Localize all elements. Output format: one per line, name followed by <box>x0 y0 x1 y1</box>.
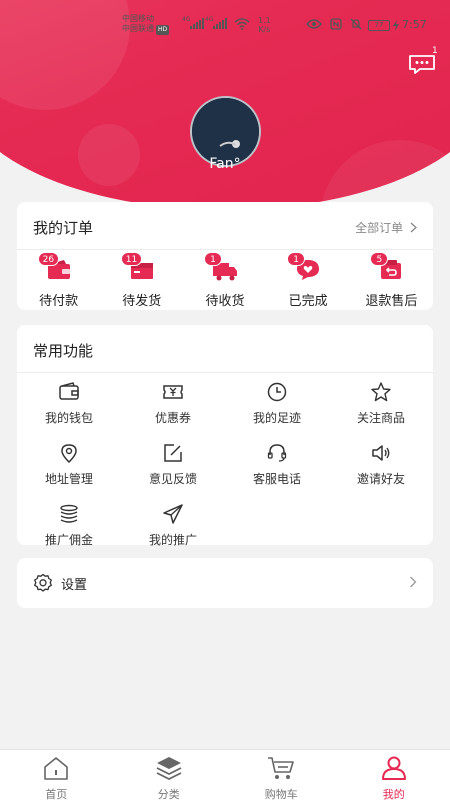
tool-customer-service[interactable]: 客服电话 <box>225 442 329 487</box>
nfc-icon <box>330 18 342 30</box>
wifi-icon <box>234 18 250 30</box>
cart-icon <box>268 757 295 779</box>
tool-my-promotion[interactable]: 我的推广 <box>121 503 225 548</box>
header-decoration <box>78 124 140 186</box>
tool-address[interactable]: 地址管理 <box>17 442 121 487</box>
signal-icon <box>213 18 227 29</box>
order-count-badge: 1 <box>203 252 222 266</box>
tool-footprint[interactable]: 我的足迹 <box>225 381 329 426</box>
tab-mine[interactable]: 我的 <box>338 750 450 800</box>
hd-badge: HD <box>156 25 170 35</box>
clock-time: 7:57 <box>402 18 427 31</box>
coupon-icon <box>163 385 183 399</box>
chevron-right-icon <box>410 222 417 233</box>
status-bar: 中国移动 中国联通 HD 4G 4G 1.1 K/s 77 7:57 <box>0 12 450 40</box>
message-badge: 1 <box>432 46 438 56</box>
message-icon[interactable] <box>408 54 436 74</box>
order-status-row: 26 待付款 11 待发货 1 待收货 1 已完成 5 退款售后 <box>17 252 433 309</box>
orders-title: 我的订单 <box>33 219 94 237</box>
tab-label: 我的 <box>382 788 405 800</box>
gear-icon <box>34 573 52 592</box>
tool-label: 地址管理 <box>44 472 93 486</box>
settings-row[interactable]: 设置 <box>17 558 433 608</box>
order-status-pending-receipt[interactable]: 1 待收货 <box>186 252 264 309</box>
carrier-2: 中国联通 <box>122 24 154 33</box>
tools-header: 常用功能 <box>17 325 433 373</box>
tab-home[interactable]: 首页 <box>0 750 113 800</box>
common-tools-card: 常用功能 我的钱包 优惠券 我的足迹 关注商品 地址管理 意见反馈 客服电话 邀… <box>17 325 433 548</box>
orders-card: 我的订单 全部订单 26 待付款 11 待发货 1 待收货 1 已完成 5 退款… <box>17 202 433 310</box>
tools-title: 常用功能 <box>33 342 94 360</box>
tool-label: 邀请好友 <box>356 472 405 486</box>
tool-favorites[interactable]: 关注商品 <box>329 381 433 426</box>
user-nickname[interactable]: Fan° <box>0 156 450 172</box>
order-count-badge: 11 <box>120 252 143 266</box>
speaker-icon <box>372 445 390 461</box>
edit-icon <box>164 444 182 462</box>
user-icon <box>381 756 406 780</box>
tools-grid: 我的钱包 优惠券 我的足迹 关注商品 地址管理 意见反馈 客服电话 邀请好友 推… <box>17 381 433 548</box>
settings-label: 设置 <box>61 578 88 593</box>
tool-label: 推广佣金 <box>44 533 93 547</box>
tool-commission[interactable]: 推广佣金 <box>17 503 121 548</box>
tool-label: 我的钱包 <box>44 411 93 425</box>
tool-wallet[interactable]: 我的钱包 <box>17 381 121 426</box>
bottom-tab-bar: 首页 分类 购物车 我的 <box>0 749 450 800</box>
order-status-label: 待收货 <box>205 294 245 309</box>
order-status-label: 待付款 <box>39 294 79 309</box>
eye-icon <box>306 19 322 29</box>
speed-value: 1.1 <box>258 16 271 25</box>
speed-unit: K/s <box>258 25 271 34</box>
signal-icon <box>190 18 204 29</box>
orders-header: 我的订单 全部订单 <box>17 202 433 250</box>
tab-category[interactable]: 分类 <box>113 750 226 800</box>
tab-label: 分类 <box>157 788 180 800</box>
order-status-pending-shipment[interactable]: 11 待发货 <box>103 252 181 309</box>
tool-invite[interactable]: 邀请好友 <box>329 442 433 487</box>
tool-label: 我的推广 <box>148 533 197 547</box>
tool-label: 优惠券 <box>154 411 191 425</box>
clock-icon <box>267 382 287 402</box>
tab-label: 购物车 <box>264 788 298 800</box>
network-speed: 1.1 K/s <box>258 16 271 34</box>
tab-cart[interactable]: 购物车 <box>225 750 338 800</box>
layers-icon <box>156 757 182 781</box>
star-icon <box>371 382 391 402</box>
mute-bell-icon <box>350 18 362 30</box>
order-count-badge: 26 <box>37 252 60 266</box>
headset-icon <box>267 444 287 462</box>
tool-label: 客服电话 <box>252 472 301 486</box>
wallet-icon <box>59 382 79 400</box>
tab-label: 首页 <box>45 788 68 800</box>
order-status-label: 已完成 <box>288 294 328 309</box>
order-status-completed[interactable]: 1 已完成 <box>269 252 347 309</box>
order-status-label: 退款售后 <box>365 294 418 309</box>
status-icons <box>306 18 362 30</box>
all-orders-link[interactable]: 全部订单 <box>355 219 417 236</box>
home-icon <box>44 757 69 780</box>
carrier-1: 中国移动 <box>122 14 154 23</box>
order-status-pending-payment[interactable]: 26 待付款 <box>20 252 98 309</box>
send-icon <box>163 504 183 524</box>
order-count-badge: 5 <box>370 252 389 266</box>
tool-label: 关注商品 <box>356 411 405 425</box>
tool-feedback[interactable]: 意见反馈 <box>121 442 225 487</box>
order-status-label: 待发货 <box>122 294 162 309</box>
battery-icon: 77 <box>368 20 390 31</box>
coins-icon <box>60 504 78 523</box>
charging-icon <box>393 20 399 31</box>
chevron-right-icon <box>410 576 417 588</box>
carrier-info: 中国移动 中国联通 HD <box>122 14 170 35</box>
tool-label: 意见反馈 <box>148 472 197 486</box>
order-count-badge: 1 <box>287 252 306 266</box>
tool-coupon[interactable]: 优惠券 <box>121 381 225 426</box>
location-icon <box>61 444 77 464</box>
order-status-refund[interactable]: 5 退款售后 <box>352 252 430 309</box>
tool-label: 我的足迹 <box>252 411 301 425</box>
all-orders-label: 全部订单 <box>355 221 404 235</box>
